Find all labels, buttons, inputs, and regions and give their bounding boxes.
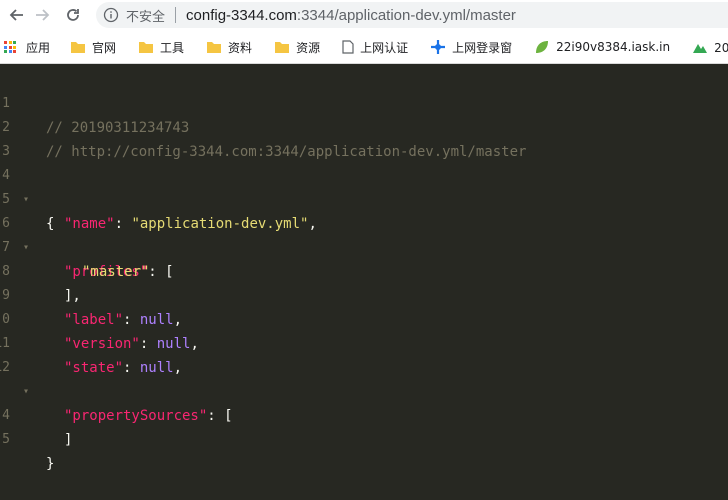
code-line: 12 ▾ "propertySources": [ bbox=[0, 332, 728, 424]
brace-close: } bbox=[46, 456, 55, 472]
reload-button[interactable] bbox=[62, 4, 84, 26]
mountain-icon bbox=[692, 40, 708, 54]
code-line: 4 ] bbox=[0, 380, 728, 448]
url-text[interactable]: config-3344.com:3344/application-dev.yml… bbox=[186, 7, 516, 24]
bookmark-net-auth[interactable]: 上网认证 bbox=[342, 39, 408, 56]
address-bar[interactable]: 不安全 config-3344.com:3344/application-dev… bbox=[96, 2, 728, 28]
code-line: 5 } bbox=[0, 404, 728, 472]
back-button[interactable] bbox=[6, 4, 28, 26]
bracket-close: ] bbox=[64, 432, 73, 448]
code-line: 4 ▾ { bbox=[0, 140, 728, 232]
line-number: 5 bbox=[2, 432, 10, 447]
bookmarks-bar: 应用 官网 工具 资料 资源 上网认证 上网登录窗 22i90v8384.ias… bbox=[0, 33, 728, 61]
bookmark-label: 应用 bbox=[26, 40, 51, 55]
code-line: 3 bbox=[0, 116, 728, 159]
bookmark-folder-official[interactable]: 官网 bbox=[70, 39, 116, 56]
folder-icon bbox=[206, 40, 222, 54]
folder-icon bbox=[70, 40, 86, 54]
security-label: 不安全 bbox=[126, 9, 166, 25]
json-viewer: 1 // 20190311234743 2 // http://config-3… bbox=[0, 64, 728, 472]
code-line: 6 ▾ "profiles": [ bbox=[0, 188, 728, 280]
bookmark-folder-tools[interactable]: 工具 bbox=[138, 39, 184, 56]
folder-icon bbox=[138, 40, 154, 54]
page-icon bbox=[342, 40, 354, 54]
code-line: 7 "master" bbox=[0, 212, 728, 280]
bookmark-folder-resources[interactable]: 资源 bbox=[274, 39, 320, 56]
bookmark-net-login[interactable]: 上网登录窗 bbox=[430, 39, 512, 56]
leaf-icon bbox=[534, 39, 550, 55]
code-line: 11 "state": null, bbox=[0, 308, 728, 376]
bookmark-2018[interactable]: 2018最新 bbox=[692, 39, 728, 56]
bookmark-label: 上网认证 bbox=[360, 40, 409, 55]
bookmark-label: 资料 bbox=[228, 40, 253, 55]
back-arrow-icon bbox=[9, 9, 23, 21]
bookmark-folder-docs[interactable]: 资料 bbox=[206, 39, 252, 56]
url-host: config-3344.com bbox=[186, 6, 297, 24]
bookmark-apps[interactable]: 应用 bbox=[0, 39, 50, 56]
info-icon[interactable] bbox=[102, 6, 120, 24]
reload-icon bbox=[67, 9, 79, 21]
code-line: 0 "version": null, bbox=[0, 284, 728, 352]
code-line: 2 // http://config-3344.com:3344/applica… bbox=[0, 92, 728, 160]
network-icon bbox=[430, 39, 446, 55]
browser-chrome: 不安全 config-3344.com:3344/application-dev… bbox=[0, 0, 728, 64]
bookmark-iask[interactable]: 22i90v8384.iask.in bbox=[534, 39, 670, 55]
code-line: 5 "name": "application-dev.yml", bbox=[0, 164, 728, 232]
url-path: :3344/application-dev.yml/master bbox=[296, 6, 516, 24]
code-line: 1 // 20190311234743 bbox=[0, 68, 728, 136]
browser-toolbar: 不安全 config-3344.com:3344/application-dev… bbox=[0, 0, 728, 30]
bookmark-label: 上网登录窗 bbox=[452, 40, 513, 55]
bookmark-label: 资源 bbox=[296, 40, 321, 55]
bookmark-label: 22i90v8384.iask.in bbox=[556, 40, 671, 54]
forward-arrow-icon bbox=[36, 9, 50, 21]
bookmark-label: 工具 bbox=[160, 40, 185, 55]
code-line: 8 ], bbox=[0, 236, 728, 304]
address-separator bbox=[175, 7, 177, 23]
bookmark-label: 官网 bbox=[92, 40, 117, 55]
code-line: 9 "label": null, bbox=[0, 260, 728, 328]
bookmark-label: 2018最新 bbox=[714, 40, 728, 55]
folder-icon bbox=[274, 40, 290, 54]
forward-button[interactable] bbox=[31, 4, 53, 26]
apps-grid-icon bbox=[4, 41, 16, 53]
